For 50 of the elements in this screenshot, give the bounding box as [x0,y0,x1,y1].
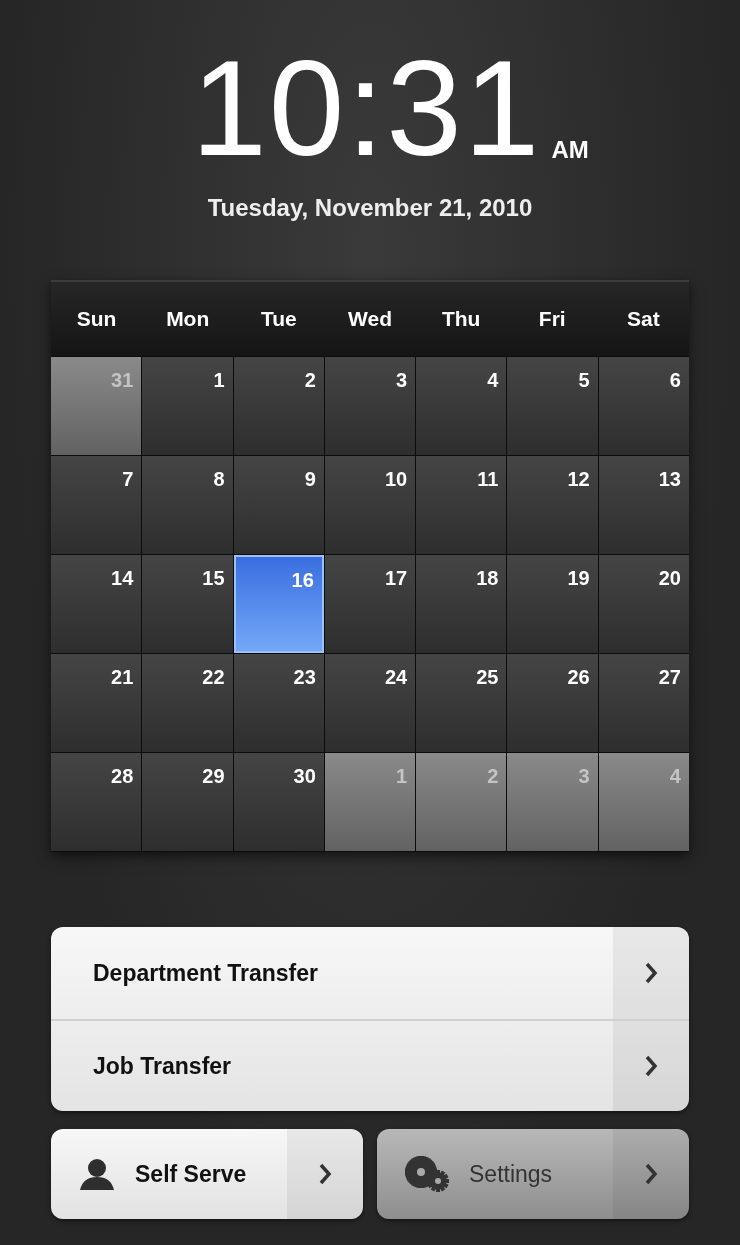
weekday-label: Thu [440,307,482,331]
calendar-day[interactable]: 8 [142,456,233,554]
gears-icon [405,1156,449,1192]
weekday-label: Fri [537,307,567,331]
calendar-day[interactable]: 22 [142,654,233,752]
chevron-icon [318,1163,332,1185]
chevron-icon [644,1055,658,1077]
menu-item[interactable]: Department Transfer [51,927,689,1019]
calendar-day[interactable]: 1 [142,357,233,455]
calendar-day[interactable]: 7 [51,456,142,554]
calendar-day[interactable]: 30 [233,753,324,851]
calendar-day[interactable]: 3 [324,357,416,455]
weekday-label: Tue [259,307,298,331]
calendar-day[interactable]: 12 [507,456,598,554]
calendar-day[interactable]: 14 [51,555,142,653]
calendar-day[interactable]: 29 [142,753,233,851]
weekday-label: Mon [165,307,211,331]
calendar-day[interactable]: 18 [416,555,507,653]
calendar-day[interactable]: 21 [51,654,142,752]
calendar-day[interactable]: 2 [233,357,324,455]
calendar-day[interactable]: 23 [233,654,324,752]
chevron-icon [644,962,658,984]
calendar-day[interactable]: 24 [324,654,416,752]
weekday-label: Sun [75,307,118,331]
calendar-day[interactable]: 10 [324,456,416,554]
calendar-day[interactable]: 11 [416,456,507,554]
weekday-label: Wed [347,307,393,331]
calendar-day[interactable]: 16 [233,555,324,653]
menu-item[interactable]: Job Transfer [51,1019,689,1111]
nav-button[interactable]: Settings [377,1129,689,1219]
calendar-day[interactable]: 15 [142,555,233,653]
date-label: Tuesday, November 21, 2010 [207,194,533,222]
calendar-day[interactable]: 6 [598,357,689,455]
calendar-day[interactable]: 20 [598,555,689,653]
calendar-day[interactable]: 25 [416,654,507,752]
clock-time: 10:31 [191,40,542,176]
chevron-icon [644,1163,658,1185]
meridiem: AM [551,136,589,164]
calendar-day[interactable]: 26 [507,654,598,752]
calendar-day[interactable]: 5 [507,357,598,455]
person-icon [79,1158,115,1190]
calendar-day[interactable]: 27 [598,654,689,752]
calendar-day[interactable]: 17 [324,555,416,653]
calendar-day[interactable]: 28 [51,753,142,851]
nav-button[interactable]: Self Serve [51,1129,363,1219]
calendar-day[interactable]: 9 [233,456,324,554]
calendar-day[interactable]: 19 [507,555,598,653]
weekday-label: Sat [626,307,661,331]
calendar-day[interactable]: 13 [598,456,689,554]
calendar-day[interactable]: 4 [416,357,507,455]
